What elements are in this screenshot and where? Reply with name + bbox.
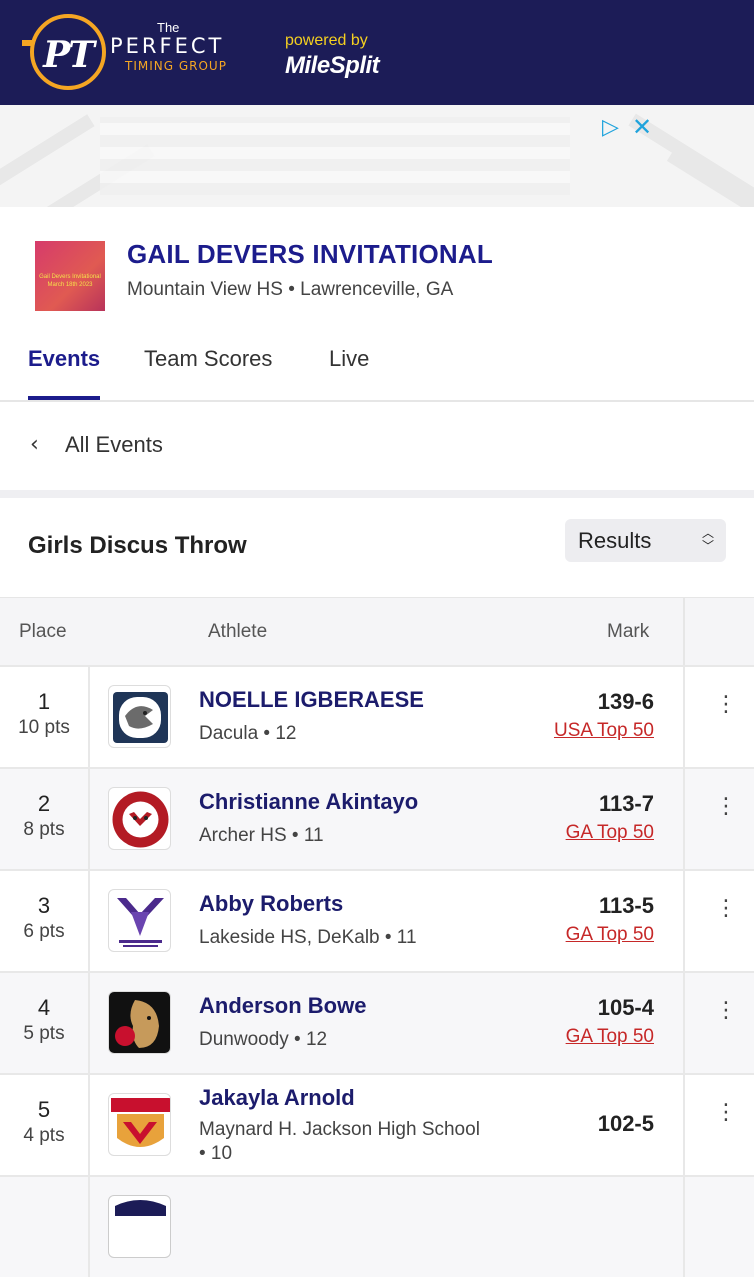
milesplit-logo[interactable]: MileSplit bbox=[285, 52, 380, 80]
meet-thumbnail[interactable]: Gail Devers Invitational March 18th 2023 bbox=[35, 241, 105, 311]
mark-value: 102-5 bbox=[597, 1111, 654, 1136]
brand-the-text: The bbox=[157, 20, 180, 35]
place-points: 8 pts bbox=[23, 819, 65, 840]
meet-thumbnail-caption: Gail Devers Invitational March 18th 2023 bbox=[39, 274, 101, 288]
header-actions-cell bbox=[683, 598, 754, 666]
maynard-logo[interactable] bbox=[108, 1093, 171, 1156]
mark-value: 113-7 bbox=[598, 791, 654, 816]
results-view-select[interactable]: Results ︿ ﹀ bbox=[565, 519, 726, 562]
results-select-value: Results bbox=[578, 528, 652, 553]
dacula-logo[interactable] bbox=[108, 685, 171, 748]
place-number: 4 bbox=[37, 995, 51, 1020]
tab-live[interactable]: Live bbox=[329, 346, 369, 400]
ranking-link[interactable]: USA Top 50 bbox=[554, 720, 654, 742]
ranking-link[interactable]: GA Top 50 bbox=[566, 822, 654, 844]
place-number: 5 bbox=[37, 1097, 51, 1122]
place-cell bbox=[0, 1177, 90, 1277]
athlete-team[interactable]: Dunwoody • 12 bbox=[199, 1028, 489, 1052]
place-number: 2 bbox=[37, 791, 51, 816]
event-title: Girls Discus Throw bbox=[28, 532, 247, 559]
ad-decoration bbox=[0, 114, 95, 190]
more-options-icon[interactable]: ⋮ bbox=[715, 1102, 737, 1124]
table-row: 5 4 pts Jakayla Arnold Maynard H. Jackso… bbox=[0, 1073, 754, 1175]
row-menu-cell bbox=[683, 1177, 754, 1277]
athlete-team[interactable]: Archer HS • 11 bbox=[199, 824, 489, 848]
all-events-label: All Events bbox=[65, 432, 163, 457]
archer-logo[interactable] bbox=[108, 787, 171, 850]
place-cell: 2 8 pts bbox=[0, 769, 90, 869]
close-icon[interactable]: ✕ bbox=[632, 113, 652, 141]
row-menu-cell: ⋮ bbox=[683, 871, 754, 971]
table-row bbox=[0, 1175, 754, 1277]
select-arrows-icon: ︿ ﹀ bbox=[701, 526, 714, 553]
table-row: 3 6 pts Abby Roberts Lakeside HS, DeKalb… bbox=[0, 869, 754, 971]
table-row: 2 8 pts Christianne Akintayo Archer HS •… bbox=[0, 767, 754, 869]
row-menu-cell: ⋮ bbox=[683, 769, 754, 869]
more-options-icon[interactable]: ⋮ bbox=[715, 796, 737, 818]
athlete-name-link[interactable]: Anderson Bowe bbox=[199, 993, 366, 1019]
ranking-link[interactable]: GA Top 50 bbox=[566, 1026, 654, 1048]
mark-value: 113-5 bbox=[598, 893, 654, 918]
section-divider bbox=[0, 490, 754, 498]
meet-tabs: Events Team Scores Live bbox=[0, 338, 754, 402]
powered-by-text: powered by bbox=[285, 32, 368, 49]
athlete-team[interactable]: Dacula • 12 bbox=[199, 722, 489, 746]
place-points: 10 pts bbox=[18, 717, 70, 738]
lakeside-logo[interactable] bbox=[108, 889, 171, 952]
table-row: 1 10 pts NOELLE IGBERAESE Dacula • 12 13… bbox=[0, 665, 754, 767]
tab-events[interactable]: Events bbox=[28, 346, 101, 400]
table-row: 4 5 pts Anderson Bowe Dunwoody • 12 105-… bbox=[0, 971, 754, 1073]
row-menu-cell: ⋮ bbox=[683, 1075, 754, 1175]
header-place: Place bbox=[19, 621, 67, 642]
place-number: 1 bbox=[37, 689, 51, 714]
top-brand-bar: PT The PERFECT TIMING GROUP powered by M… bbox=[0, 0, 754, 105]
more-options-icon[interactable]: ⋮ bbox=[715, 694, 737, 716]
ad-decoration bbox=[666, 148, 754, 207]
header-mark: Mark bbox=[607, 621, 650, 642]
athlete-team[interactable]: Maynard H. Jackson High School • 10 bbox=[199, 1118, 489, 1166]
place-points: 5 pts bbox=[23, 1023, 65, 1044]
athlete-name-link[interactable]: Christianne Akintayo bbox=[199, 789, 418, 815]
athlete-team[interactable]: Lakeside HS, DeKalb • 11 bbox=[199, 926, 489, 950]
ranking-link[interactable]: GA Top 50 bbox=[566, 924, 654, 946]
place-cell: 3 6 pts bbox=[0, 871, 90, 971]
place-cell: 1 10 pts bbox=[0, 667, 90, 767]
place-cell: 4 5 pts bbox=[0, 973, 90, 1073]
adchoices-icon[interactable]: ▷ bbox=[602, 115, 619, 140]
meet-title[interactable]: GAIL DEVERS INVITATIONAL bbox=[127, 239, 493, 270]
table-header: Place Athlete Mark bbox=[0, 597, 754, 666]
place-cell: 5 4 pts bbox=[0, 1075, 90, 1175]
brand-timing-text: TIMING GROUP bbox=[125, 59, 227, 73]
all-events-link[interactable]: ‹ All Events bbox=[0, 402, 754, 490]
more-options-icon[interactable]: ⋮ bbox=[715, 898, 737, 920]
more-options-icon[interactable]: ⋮ bbox=[715, 1000, 737, 1022]
perfect-timing-logo[interactable]: PT bbox=[30, 14, 106, 90]
pt-monogram: PT bbox=[43, 34, 95, 76]
results-table: Place Athlete Mark 1 10 pts NOELLE IGBER… bbox=[0, 597, 754, 1277]
ad-banner[interactable]: ▷ ✕ bbox=[0, 105, 754, 207]
mark-value: 105-4 bbox=[597, 995, 654, 1020]
team-logo[interactable] bbox=[108, 1195, 171, 1258]
row-menu-cell: ⋮ bbox=[683, 973, 754, 1073]
header-athlete: Athlete bbox=[208, 621, 268, 642]
brand-perfect-text: PERFECT bbox=[110, 34, 225, 58]
mark-value: 139-6 bbox=[597, 689, 654, 714]
athlete-name-link[interactable]: Jakayla Arnold bbox=[199, 1085, 355, 1111]
row-menu-cell: ⋮ bbox=[683, 667, 754, 767]
athlete-name-link[interactable]: Abby Roberts bbox=[199, 891, 343, 917]
tab-team-scores[interactable]: Team Scores bbox=[144, 346, 272, 400]
dunwoody-logo[interactable] bbox=[108, 991, 171, 1054]
athlete-name-link[interactable]: NOELLE IGBERAESE bbox=[199, 687, 424, 713]
ad-content bbox=[100, 117, 570, 195]
place-points: 4 pts bbox=[23, 1125, 65, 1146]
meet-location: Mountain View HS • Lawrenceville, GA bbox=[127, 279, 454, 300]
place-number: 3 bbox=[37, 893, 51, 918]
chevron-left-icon: ‹ bbox=[30, 432, 39, 457]
place-points: 6 pts bbox=[23, 921, 65, 942]
